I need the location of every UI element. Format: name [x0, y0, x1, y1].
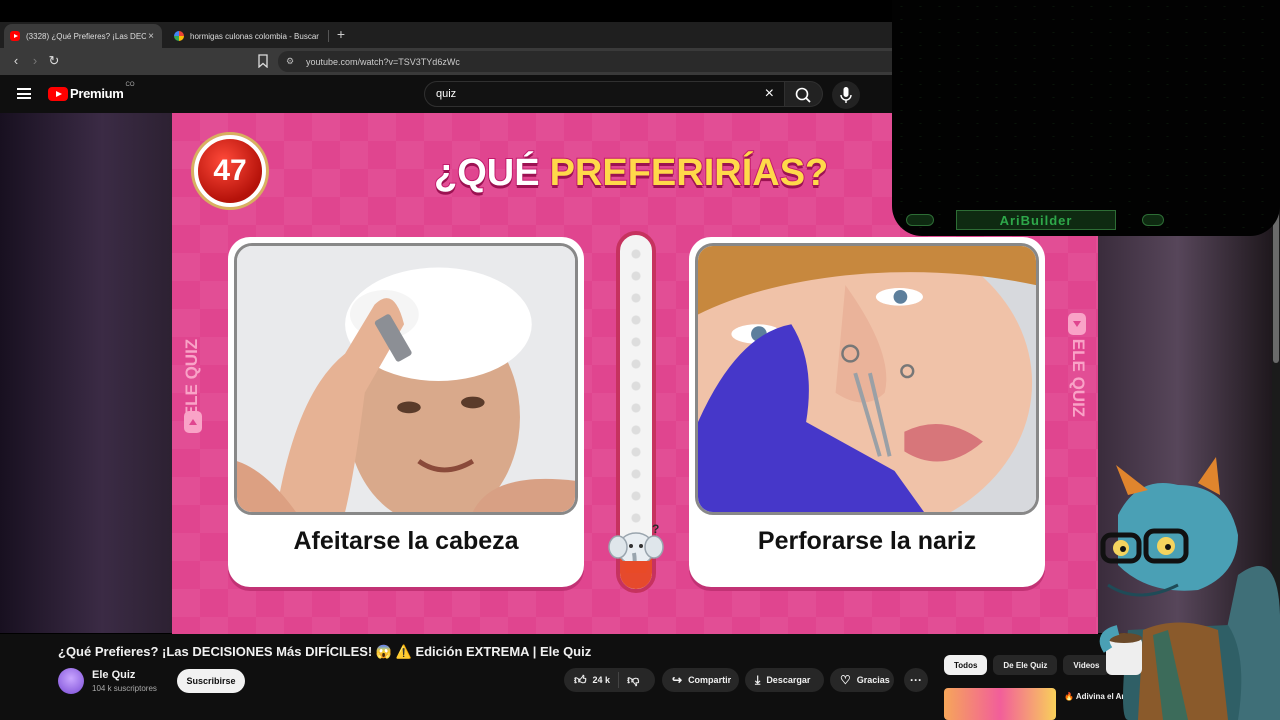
channel-name[interactable]: Ele Quiz: [92, 669, 135, 681]
download-icon: ⤓: [755, 672, 761, 687]
search-box: ×: [424, 81, 785, 107]
google-favicon-icon: [174, 31, 184, 41]
new-tab-button[interactable]: +: [334, 25, 348, 43]
reload-icon[interactable]: ↻: [46, 53, 62, 69]
youtube-logo[interactable]: Premium CO: [48, 82, 135, 101]
option-card-left: Afeitarse la cabeza: [228, 237, 584, 587]
back-icon[interactable]: ‹: [8, 53, 24, 69]
youtube-favicon-icon: [10, 31, 20, 41]
chip-from-channel[interactable]: De Ele Quiz: [993, 655, 1058, 675]
option-right-label: Perforarse la nariz: [757, 527, 977, 555]
recommended-thumbnail[interactable]: [944, 688, 1056, 720]
option-photo-shaving-head: [234, 243, 578, 515]
elephant-mascot-icon: ?: [608, 522, 664, 573]
logo-text: Premium: [70, 86, 124, 101]
thanks-label: Gracias: [856, 675, 890, 685]
meter-pattern: [628, 243, 644, 563]
overlay-link-icon: [1142, 214, 1164, 226]
video-headline: ¿QUÉ PREFERIRÍAS?: [433, 143, 830, 203]
side-label-right: ELE QUIZ: [1066, 323, 1090, 433]
youtube-play-icon: [48, 86, 68, 101]
chip-all[interactable]: Todos: [944, 655, 988, 675]
forward-icon[interactable]: ›: [27, 53, 43, 69]
like-count[interactable]: 24 k: [593, 675, 611, 685]
thanks-icon: ♡: [840, 673, 851, 687]
side-label-text: ELE QUIZ: [182, 338, 201, 418]
option-photo-nose-piercing: [695, 243, 1039, 515]
overlay-left-chip: [906, 214, 934, 226]
channel-avatar[interactable]: [58, 668, 84, 694]
voice-search-button[interactable]: [832, 81, 860, 109]
nose-piercing-image: [698, 246, 1036, 512]
related-filter-chips: Todos De Ele Quiz Videos: [944, 655, 1110, 675]
tab-divider: [328, 30, 329, 42]
search-button[interactable]: [785, 81, 823, 107]
video-title: ¿Qué Prefieres? ¡Las DECISIONES Más DIFÍ…: [58, 644, 592, 659]
share-button[interactable]: ↪ Compartir: [662, 668, 739, 692]
man-shaving-head-image: [237, 246, 575, 512]
thanks-button[interactable]: ♡ Gracias: [830, 668, 894, 692]
screen: (3328) ¿Qué Prefieres? ¡Las DECISIONES ×…: [0, 0, 1280, 720]
url-text: youtube.com/watch?v=TSV3TYd6zWc: [306, 56, 460, 67]
site-info-icon[interactable]: ⚙: [286, 56, 296, 67]
headline-que: ¿QUÉ: [433, 151, 541, 195]
hamburger-menu-icon[interactable]: [17, 88, 31, 99]
arrow-up-icon: [184, 411, 202, 433]
option-card-right: Perforarse la nariz: [689, 237, 1045, 587]
dragon-avatar-image: [1099, 457, 1280, 720]
close-tab-icon[interactable]: ×: [146, 31, 156, 42]
option-left-label: Afeitarse la cabeza: [293, 527, 519, 555]
share-label: Compartir: [688, 675, 732, 685]
more-actions-button[interactable]: ···: [904, 668, 928, 692]
like-divider: [618, 672, 620, 688]
tab-google-search[interactable]: hormigas culonas colombia - Buscar: [168, 24, 326, 48]
streamer-name-badge: AriBuilder: [956, 210, 1116, 230]
logo-region: CO: [125, 82, 135, 88]
like-icon[interactable]: 👍︎: [574, 673, 587, 688]
bookmark-icon[interactable]: [258, 54, 268, 68]
overlay-noise: [892, 0, 1280, 236]
download-button[interactable]: ⤓ Descargar: [745, 668, 824, 692]
question-number-badge: 47: [194, 135, 266, 207]
dislike-icon[interactable]: 👎︎: [627, 673, 639, 688]
svg-text:?: ?: [652, 522, 659, 536]
headline-preferirias: PREFERIRÍAS?: [549, 151, 830, 195]
tab-title: (3328) ¿Qué Prefieres? ¡Las DECISIONES: [26, 31, 146, 41]
share-icon: ↪: [672, 673, 683, 687]
tab-title: hormigas culonas colombia - Buscar: [190, 31, 319, 41]
stream-webcam-overlay: AriBuilder: [892, 0, 1280, 236]
search-icon: [795, 87, 811, 103]
download-label: Descargar: [766, 675, 811, 685]
tab-youtube[interactable]: (3328) ¿Qué Prefieres? ¡Las DECISIONES ×: [4, 24, 162, 48]
side-label-text: ELE QUIZ: [1069, 338, 1088, 418]
microphone-icon: [840, 87, 852, 103]
subscriber-count: 104 k suscriptores: [92, 684, 157, 693]
arrow-down-icon: [1068, 313, 1086, 335]
search-input[interactable]: [425, 82, 735, 106]
url-bar[interactable]: ⚙ youtube.com/watch?v=TSV3TYd6zWc: [278, 51, 918, 72]
like-dislike-group: 👍︎ 24 k 👎︎: [564, 668, 655, 692]
subscribe-button[interactable]: Suscribirse: [177, 669, 245, 693]
clear-search-icon[interactable]: ×: [765, 85, 774, 103]
